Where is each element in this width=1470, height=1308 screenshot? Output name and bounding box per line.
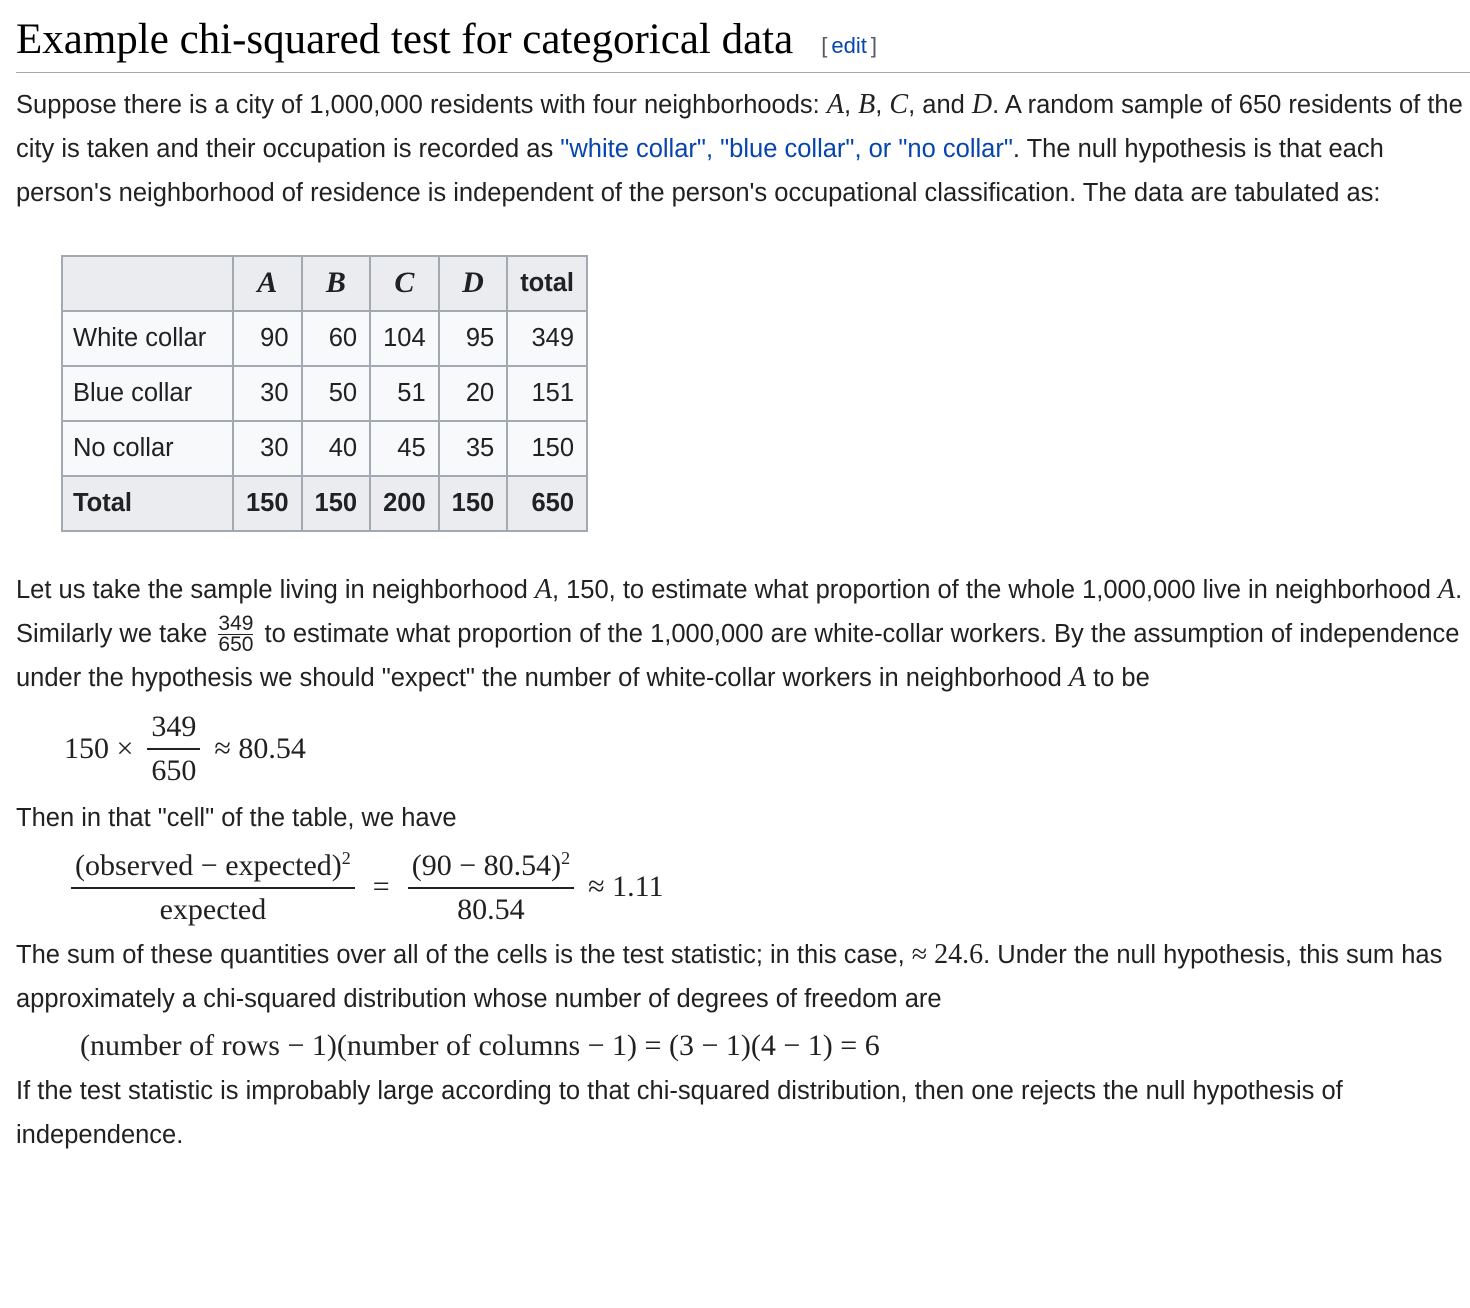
row-label: White collar — [61, 309, 234, 367]
eq2-denominator-2: 80.54 — [457, 892, 525, 926]
table-row: Blue collar 30 50 51 20 151 — [61, 364, 589, 422]
table-cell: 349 — [506, 309, 589, 367]
section-title: Example chi-squared test for categorical… — [16, 16, 794, 63]
table-header-a: A — [232, 254, 303, 312]
edit-link[interactable]: edit — [831, 33, 866, 58]
eq2-denominator-1: expected — [159, 892, 267, 926]
table-cell: 151 — [506, 364, 589, 422]
table-cell: 30 — [232, 419, 303, 477]
table-cell: 45 — [369, 419, 440, 477]
table-cell: 35 — [437, 419, 509, 477]
inline-fraction-numerator: 349 — [218, 612, 254, 636]
math-a: A — [534, 573, 552, 605]
inline-fraction: 349 650 — [218, 612, 254, 657]
total-cell: 150 — [300, 474, 372, 532]
expected-equation: 150 × 349 650 ≈ 80.54 — [64, 710, 1470, 788]
total-cell: 650 — [506, 474, 589, 532]
total-label: Total — [61, 474, 234, 532]
intro-paragraph: Suppose there is a city of 1,000,000 res… — [16, 83, 1470, 215]
eq1-denominator: 650 — [151, 753, 197, 787]
estimate-paragraph: Let us take the sample living in neighbo… — [16, 568, 1470, 700]
estimate-text-1: Let us take the sample living in neighbo… — [16, 575, 535, 604]
eq2-numerator-1: (observed − expected)2 — [71, 848, 355, 889]
edit-bracket-open: [ — [821, 33, 828, 58]
math-a: A — [826, 88, 844, 120]
eq2-exponent-2: 2 — [561, 847, 571, 868]
table-cell: 20 — [437, 364, 509, 422]
dof-equation: (number of rows − 1)(number of columns −… — [80, 1029, 1470, 1063]
edit-bracket-close: ] — [870, 33, 877, 58]
cell-equation: (observed − expected)2 expected = (90 − … — [71, 848, 1470, 927]
article-section: Example chi-squared test for categorical… — [16, 14, 1470, 1157]
total-cell: 150 — [437, 474, 509, 532]
eq1-numerator: 349 — [147, 710, 201, 750]
table-cell: 95 — [437, 309, 509, 367]
table-cell: 50 — [300, 364, 372, 422]
table-header-row: A B C D total — [61, 254, 589, 312]
eq2-fraction-2: (90 − 80.54)2 80.54 — [407, 847, 575, 927]
sum-paragraph: The sum of these quantities over all of … — [16, 933, 1470, 1021]
eq2-exponent-1: 2 — [341, 847, 351, 868]
math-b: B — [858, 88, 876, 120]
table-cell: 150 — [506, 419, 589, 477]
inline-fraction-denominator: 650 — [218, 633, 254, 657]
sum-math: ≈ 24.6 — [911, 938, 984, 970]
table-cell: 60 — [300, 309, 372, 367]
dof-equation-text: (number of rows − 1)(number of columns −… — [80, 1028, 880, 1062]
table-header-b: B — [300, 254, 372, 312]
table-row: No collar 30 40 45 35 150 — [61, 419, 589, 477]
eq2-numerator-2: (90 − 80.54)2 — [407, 847, 575, 889]
table-header-total: total — [506, 254, 589, 312]
total-cell: 200 — [369, 474, 440, 532]
table-cell: 30 — [232, 364, 303, 422]
intro-comma-1: , — [843, 90, 859, 119]
edit-section: [edit] — [821, 33, 877, 59]
math-a: A — [1068, 661, 1086, 693]
cell-paragraph: Then in that "cell" of the table, we hav… — [16, 803, 457, 832]
intro-and: , and — [908, 90, 972, 119]
eq1-fraction: 349 650 — [147, 710, 201, 788]
row-label: No collar — [61, 419, 234, 477]
table-row: White collar 90 60 104 95 349 — [61, 309, 589, 367]
table-total-row: Total 150 150 200 150 650 — [61, 474, 589, 532]
table-cell: 104 — [369, 309, 440, 367]
eq2-numerator-1-text: (observed − expected) — [75, 848, 342, 882]
table-cell: 90 — [232, 309, 303, 367]
eq2-numerator-2-text: (90 − 80.54) — [411, 848, 562, 882]
math-c: C — [889, 88, 909, 120]
contingency-table: A B C D total White collar 90 60 104 95 … — [61, 254, 589, 532]
estimate-text-5: to be — [1085, 663, 1150, 692]
table-cell: 51 — [369, 364, 440, 422]
math-d: D — [971, 88, 993, 120]
row-label: Blue collar — [61, 364, 234, 422]
table-header-c: C — [369, 254, 440, 312]
table-cell: 40 — [300, 419, 372, 477]
eq2-right: ≈ 1.11 — [588, 870, 664, 904]
table-header-empty — [61, 254, 234, 312]
math-a: A — [1437, 573, 1456, 605]
section-heading: Example chi-squared test for categorical… — [16, 14, 1470, 73]
sum-text-1: The sum of these quantities over all of … — [16, 940, 912, 969]
eq2-equals: = — [372, 870, 390, 904]
total-cell: 150 — [232, 474, 303, 532]
eq1-right: ≈ 80.54 — [214, 731, 306, 765]
eq1-left: 150 × — [64, 731, 134, 765]
intro-text-1: Suppose there is a city of 1,000,000 res… — [16, 90, 827, 119]
table-header-d: D — [437, 254, 509, 312]
intro-comma-2: , — [875, 90, 890, 119]
eq2-fraction-1: (observed − expected)2 expected — [71, 848, 355, 927]
estimate-text-2: , 150, to estimate what proportion of th… — [551, 575, 1438, 604]
conclusion-paragraph: If the test statistic is improbably larg… — [16, 1076, 1343, 1149]
occupation-link[interactable]: "white collar", "blue collar", or "no co… — [560, 135, 1013, 163]
